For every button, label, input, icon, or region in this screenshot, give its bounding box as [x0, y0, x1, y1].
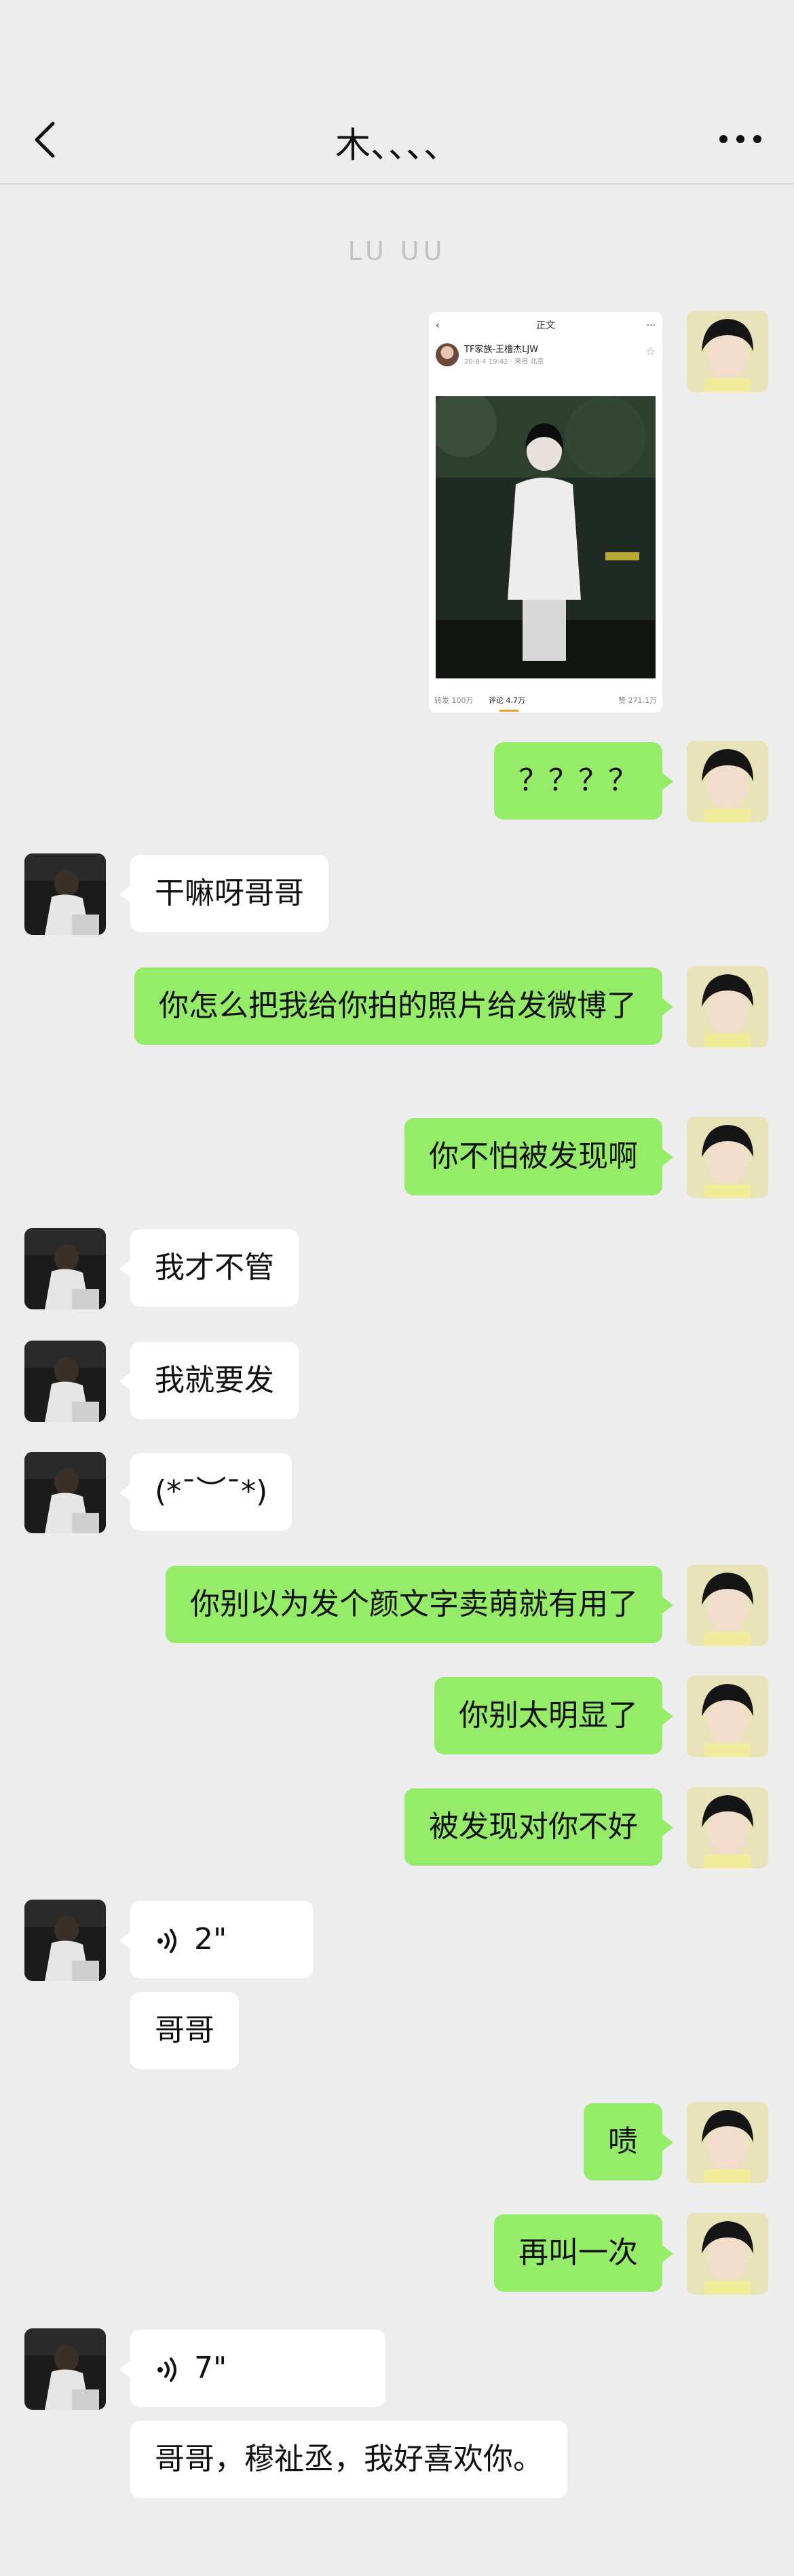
my-avatar[interactable]: [687, 966, 768, 1047]
my-avatar[interactable]: [687, 1117, 768, 1198]
my-avatar[interactable]: [687, 1676, 768, 1757]
screenshot-tab-underline: [499, 710, 518, 712]
image-message-screenshot[interactable]: ‹ 正文 ··· TF家族-王橹杰LJW 20-8-4 19:42 · 来自 北…: [429, 312, 662, 712]
screenshot-reposts: 转发 100万: [434, 696, 474, 705]
contact-avatar[interactable]: [24, 2328, 106, 2410]
contact-avatar[interactable]: [24, 1900, 106, 1981]
message-bubble-sent[interactable]: 你别以为发个颜文字卖萌就有用了: [166, 1566, 673, 1643]
screenshot-user-row: TF家族-王橹杰LJW 20-8-4 19:42 · 来自 北京 ☆: [429, 339, 662, 373]
message-bubble-received[interactable]: 干嘛呀哥哥: [119, 855, 328, 932]
screenshot-comments: 评论 4.7万: [489, 696, 525, 705]
my-avatar[interactable]: [687, 1564, 768, 1646]
voice-wave-icon: [157, 2358, 176, 2382]
more-dots-icon[interactable]: [717, 129, 764, 149]
message-bubble-sent[interactable]: 你不怕被发现啊: [404, 1118, 673, 1195]
screenshot-topbar: ‹ 正文 ···: [429, 312, 662, 339]
message-bubble-sent[interactable]: ？？？？: [494, 742, 673, 820]
screenshot-user-name: TF家族-王橹杰LJW: [464, 345, 539, 355]
my-avatar[interactable]: [687, 2213, 768, 2294]
message-bubble-received[interactable]: 哥哥，穆祉丞，我好喜欢你。: [130, 2421, 567, 2498]
chat-header: 木、、、、: [0, 0, 794, 185]
my-avatar[interactable]: [687, 741, 768, 822]
screenshot-more-icon: ···: [646, 320, 656, 331]
message-bubble-sent[interactable]: 啧: [584, 2103, 673, 2180]
contact-avatar[interactable]: [24, 1228, 106, 1309]
contact-avatar[interactable]: [24, 1341, 106, 1422]
timestamp: LU UU: [347, 236, 447, 266]
message-bubble-received[interactable]: 我就要发: [119, 1342, 299, 1419]
message-bubble-sent[interactable]: 你别太明显了: [434, 1677, 673, 1754]
screenshot-footer: 转发 100万 评论 4.7万 赞 271.1万: [429, 685, 662, 712]
message-bubble-sent[interactable]: 你怎么把我给你拍的照片给发微博了: [134, 967, 673, 1045]
voice-duration: 2": [194, 1922, 227, 1957]
screenshot-photo: [436, 396, 656, 678]
voice-duration: 7": [194, 2351, 227, 2385]
screenshot-topbar-title: 正文: [536, 320, 555, 331]
my-avatar[interactable]: [687, 1787, 768, 1868]
voice-message[interactable]: 2": [119, 1901, 314, 1978]
screenshot-back-icon: ‹: [436, 320, 440, 331]
chat-title: 木、、、、: [335, 126, 459, 166]
my-avatar[interactable]: [687, 2102, 768, 2183]
message-bubble-sent[interactable]: 被发现对你不好: [404, 1788, 673, 1866]
screenshot-likes: 赞 271.1万: [618, 696, 657, 705]
contact-avatar[interactable]: [24, 853, 106, 935]
contact-avatar[interactable]: [24, 1452, 106, 1533]
voice-message[interactable]: 7": [119, 2330, 385, 2407]
screenshot-user-avatar: [436, 343, 459, 366]
screenshot-post-meta: 20-8-4 19:42 · 来自 北京: [464, 358, 544, 366]
message-bubble-received[interactable]: 哥哥: [130, 1992, 239, 2069]
message-bubble-received[interactable]: 我才不管: [119, 1229, 299, 1307]
message-bubble-received[interactable]: (*¯︶¯*): [119, 1453, 292, 1531]
message-bubble-sent[interactable]: 再叫一次: [494, 2214, 673, 2292]
my-avatar[interactable]: [687, 311, 768, 392]
voice-wave-icon: [157, 1929, 176, 1953]
star-icon: ☆: [645, 345, 656, 358]
